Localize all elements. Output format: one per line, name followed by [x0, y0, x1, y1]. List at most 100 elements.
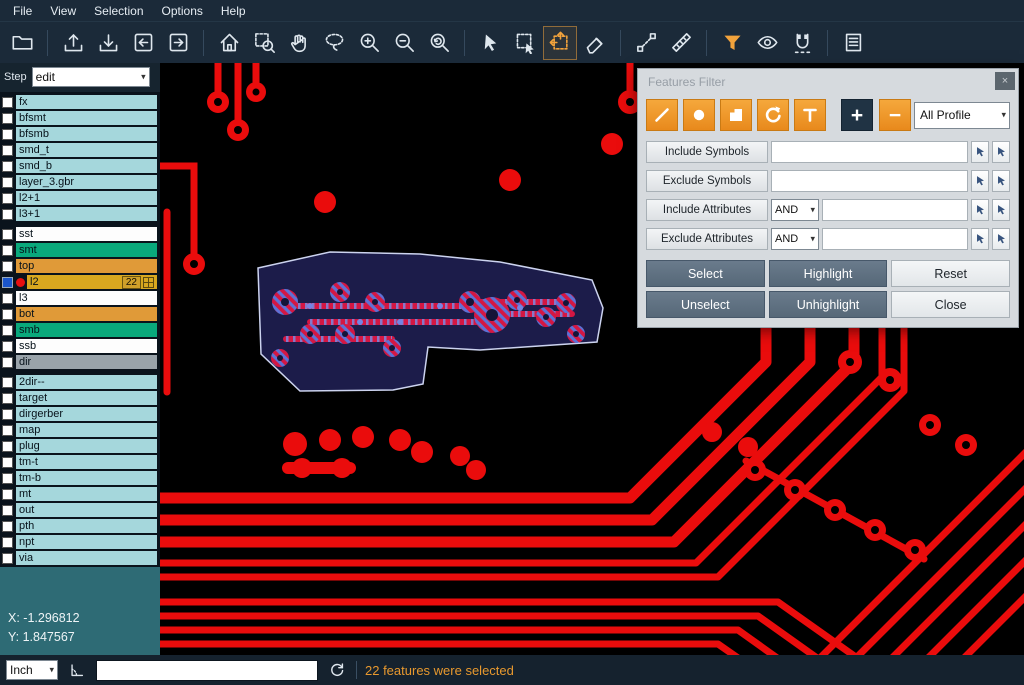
layer-label[interactable]: fx [16, 95, 157, 109]
measure-ruler-button[interactable] [665, 27, 697, 59]
profile-select[interactable]: All Profile [914, 102, 1010, 129]
layer-label[interactable]: smd_b [16, 159, 157, 173]
layer-visibility-checkbox[interactable] [2, 521, 13, 532]
pointer-select-button[interactable] [474, 27, 506, 59]
exclude-symbols-input[interactable] [771, 170, 968, 192]
layer-label[interactable]: smd_t [16, 143, 157, 157]
layer-row-smb[interactable]: smb [0, 323, 160, 337]
layer-row-map[interactable]: map [0, 423, 160, 437]
exclude-symbols-pick-alt-button[interactable] [992, 170, 1010, 192]
exclude-attributes-pick-button[interactable] [971, 228, 989, 250]
layer-visibility-checkbox[interactable] [2, 309, 13, 320]
dialog-title-bar[interactable]: Features Filter × [638, 69, 1018, 94]
layer-row-fx[interactable]: fx [0, 95, 160, 109]
layer-visibility-checkbox[interactable] [2, 425, 13, 436]
layer-row-tm-b[interactable]: tm-b [0, 471, 160, 485]
measure-line-button[interactable] [630, 27, 662, 59]
layer-label[interactable]: via [16, 551, 157, 565]
layer-row-l2[interactable]: l222 [0, 275, 160, 289]
layer-label[interactable]: smb [16, 323, 157, 337]
layer-label[interactable]: out [16, 503, 157, 517]
exclude-attributes-button[interactable]: Exclude Attributes [646, 228, 768, 250]
menu-help[interactable]: Help [212, 2, 255, 20]
layer-label[interactable]: target [16, 391, 157, 405]
snap-magnet-button[interactable] [786, 27, 818, 59]
include-symbols-pick-alt-button[interactable] [992, 141, 1010, 163]
layer-row-smt[interactable]: smt [0, 243, 160, 257]
layer-visibility-checkbox[interactable] [2, 193, 13, 204]
layer-label[interactable]: ssb [16, 339, 157, 353]
layer-row-pth[interactable]: pth [0, 519, 160, 533]
pad-tool-button[interactable] [683, 99, 715, 131]
include-symbols-input[interactable] [771, 141, 968, 163]
home-view-button[interactable] [213, 27, 245, 59]
reset-button[interactable]: Reset [891, 260, 1010, 287]
layer-visibility-checkbox[interactable] [2, 553, 13, 564]
layer-visibility-checkbox[interactable] [2, 209, 13, 220]
notes-panel-button[interactable] [837, 27, 869, 59]
arc-tool-button[interactable] [757, 99, 789, 131]
layer-label[interactable]: pth [16, 519, 157, 533]
menu-view[interactable]: View [41, 2, 85, 20]
selection-region[interactable] [258, 252, 603, 391]
include-attributes-pick-alt-button[interactable] [992, 199, 1010, 221]
frame-select-button[interactable] [509, 27, 541, 59]
exclude-attributes-logic-select[interactable]: AND [771, 228, 819, 250]
layer-row-ssb[interactable]: ssb [0, 339, 160, 353]
layer-row-sst[interactable]: sst [0, 227, 160, 241]
layer-visibility-checkbox[interactable] [2, 277, 13, 288]
unit-select[interactable]: Inch [6, 660, 58, 680]
layer-label[interactable]: mt [16, 487, 157, 501]
zoom-in-button[interactable] [353, 27, 385, 59]
layer-visibility-checkbox[interactable] [2, 505, 13, 516]
layer-label[interactable]: 2dir-- [16, 375, 157, 389]
layer-label[interactable]: bfsmb [16, 127, 157, 141]
layer-label[interactable]: smt [16, 243, 157, 257]
command-input[interactable] [96, 660, 318, 681]
corner-snap-icon[interactable] [66, 659, 88, 681]
include-symbols-button[interactable]: Include Symbols [646, 141, 768, 163]
layer-label[interactable]: bfsmt [16, 111, 157, 125]
layer-visibility-checkbox[interactable] [2, 113, 13, 124]
layer-label[interactable]: sst [16, 227, 157, 241]
layer-row-l3[interactable]: l3 [0, 291, 160, 305]
pan-hand-button[interactable] [283, 27, 315, 59]
include-attributes-input[interactable] [822, 199, 968, 221]
next-step-button[interactable] [162, 27, 194, 59]
layer-row-dir[interactable]: dir [0, 355, 160, 369]
layer-row-npt[interactable]: npt [0, 535, 160, 549]
layer-visibility-checkbox[interactable] [2, 377, 13, 388]
layer-visibility-checkbox[interactable] [2, 177, 13, 188]
layer-visibility-checkbox[interactable] [2, 293, 13, 304]
layer-row-bfsmb[interactable]: bfsmb [0, 127, 160, 141]
refresh-icon[interactable] [326, 659, 348, 681]
include-attributes-button[interactable]: Include Attributes [646, 199, 768, 221]
layer-row-smd_t[interactable]: smd_t [0, 143, 160, 157]
layer-label[interactable]: top [16, 259, 157, 273]
layer-label[interactable]: l2+1 [16, 191, 157, 205]
layer-visibility-checkbox[interactable] [2, 393, 13, 404]
layer-visibility-checkbox[interactable] [2, 457, 13, 468]
zoom-lasso-button[interactable] [318, 27, 350, 59]
layer-label[interactable]: l3+1 [16, 207, 157, 221]
toggle-visibility-button[interactable] [751, 27, 783, 59]
features-filter-button[interactable] [716, 27, 748, 59]
layer-visibility-checkbox[interactable] [2, 537, 13, 548]
layer-label[interactable]: npt [16, 535, 157, 549]
layer-row-bot[interactable]: bot [0, 307, 160, 321]
include-attributes-logic-select[interactable]: AND [771, 199, 819, 221]
transform-select-button[interactable] [544, 27, 576, 59]
line-tool-button[interactable] [646, 99, 678, 131]
layer-label[interactable]: dirgerber [16, 407, 157, 421]
layer-row-tm-t[interactable]: tm-t [0, 455, 160, 469]
layer-visibility-checkbox[interactable] [2, 473, 13, 484]
layer-visibility-checkbox[interactable] [2, 229, 13, 240]
zoom-out-button[interactable] [388, 27, 420, 59]
surface-tool-button[interactable] [720, 99, 752, 131]
layer-label[interactable]: bot [16, 307, 157, 321]
layer-row-layer_3.gbr[interactable]: layer_3.gbr [0, 175, 160, 189]
layer-visibility-checkbox[interactable] [2, 97, 13, 108]
layer-row-mt[interactable]: mt [0, 487, 160, 501]
prev-step-button[interactable] [127, 27, 159, 59]
grid-icon[interactable] [143, 277, 154, 288]
